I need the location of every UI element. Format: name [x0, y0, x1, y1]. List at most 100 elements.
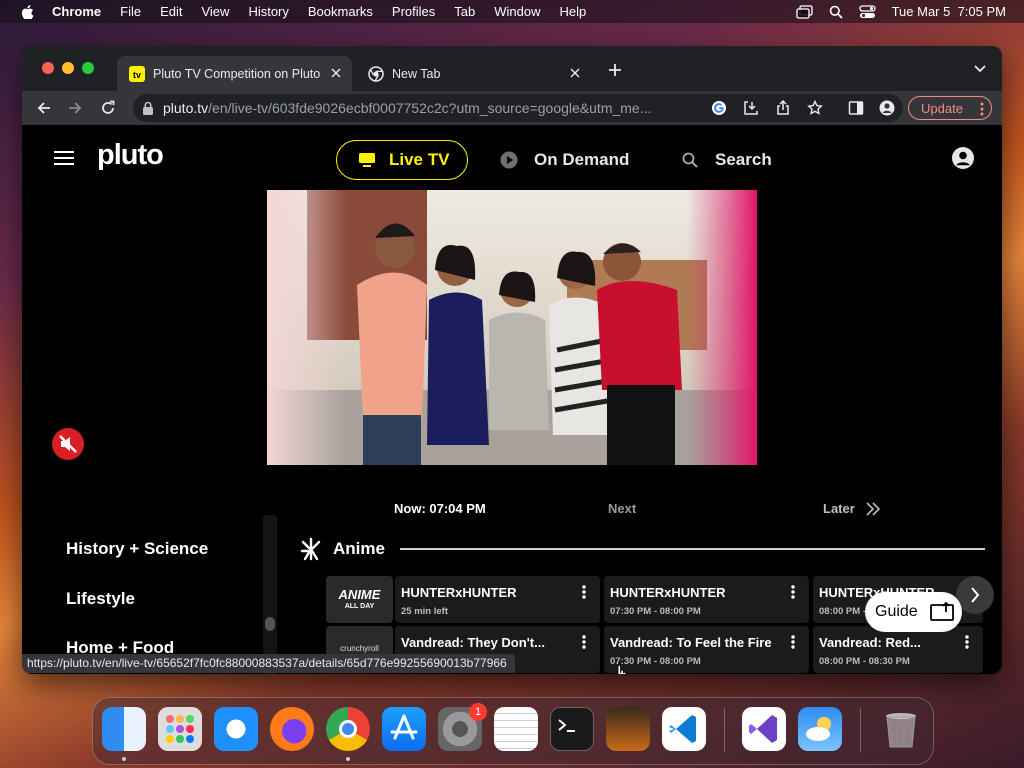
finder-icon[interactable]: [102, 707, 146, 751]
live-tv-label: Live TV: [389, 150, 450, 169]
bookmark-star-icon[interactable]: [807, 100, 823, 116]
guide-label: Guide: [875, 603, 918, 620]
vscode-icon[interactable]: [662, 707, 706, 751]
row-title: Anime: [333, 539, 385, 558]
svg-text:tv: tv: [133, 70, 141, 80]
guide-button[interactable]: Guide: [865, 592, 962, 632]
address-bar[interactable]: pluto.tv/en/live-tv/603fde9026ecbf000775…: [133, 94, 903, 122]
back-arrow-icon[interactable]: [36, 100, 52, 116]
more-options-icon[interactable]: [582, 635, 586, 649]
screen-mirroring-icon[interactable]: [795, 4, 813, 19]
weather-icon[interactable]: [798, 707, 842, 751]
category-lifestyle[interactable]: Lifestyle: [66, 589, 135, 609]
notification-badge: 1: [469, 703, 487, 721]
timebar-later[interactable]: Later: [823, 501, 881, 516]
more-options-icon[interactable]: [965, 635, 969, 649]
pluto-tv-favicon: tv: [129, 65, 145, 82]
account-icon[interactable]: [952, 147, 974, 169]
more-options-icon[interactable]: [791, 585, 795, 599]
tab-new-tab[interactable]: New Tab: [356, 56, 591, 91]
lock-icon[interactable]: [142, 101, 154, 115]
launchpad-grid-icon: [166, 715, 194, 743]
tv-icon: [359, 153, 375, 167]
update-button[interactable]: Update: [908, 96, 992, 120]
safari-icon[interactable]: [214, 707, 258, 751]
visual-studio-icon[interactable]: [742, 707, 786, 751]
channel-logo-anime-all-day[interactable]: ANIME ALL DAY: [326, 576, 393, 623]
firefox-icon[interactable]: [270, 707, 314, 751]
menu-bookmarks[interactable]: Bookmarks: [308, 4, 373, 19]
reload-icon[interactable]: [100, 100, 116, 116]
menu-edit[interactable]: Edit: [160, 4, 182, 19]
share-icon[interactable]: [775, 100, 791, 116]
pluto-logo[interactable]: pluto: [97, 139, 164, 172]
textedit-icon[interactable]: [494, 707, 538, 751]
program-tile[interactable]: HUNTERxHUNTER 25 min left: [395, 576, 600, 623]
more-options-icon[interactable]: [582, 585, 586, 599]
search-button[interactable]: Search: [682, 150, 772, 170]
menu-app-name[interactable]: Chrome: [52, 4, 101, 19]
spotlight-search-icon[interactable]: [829, 5, 843, 19]
menubar-status-area: Tue Mar 5 7:05 PM: [795, 0, 1006, 23]
menu-history[interactable]: History: [248, 4, 288, 19]
category-history-science[interactable]: History + Science: [66, 539, 208, 559]
category-scrollbar[interactable]: [263, 515, 277, 674]
window-minimize-button[interactable]: [62, 62, 74, 74]
menu-profiles[interactable]: Profiles: [392, 4, 435, 19]
video-player[interactable]: [267, 190, 757, 465]
chrome-icon[interactable]: [326, 707, 370, 751]
program-title: HUNTERxHUNTER: [610, 585, 726, 600]
google-lens-icon[interactable]: [711, 100, 727, 116]
window-zoom-button[interactable]: [82, 62, 94, 74]
program-tile[interactable]: Vandread: Red... 08:00 PM - 08:30 PM: [813, 626, 983, 673]
profile-avatar-icon[interactable]: [879, 100, 895, 116]
live-tv-button[interactable]: Live TV: [336, 140, 468, 180]
channel-logo-text: ANIME: [338, 587, 381, 602]
timebar-next: Next: [608, 501, 637, 516]
menu-help[interactable]: Help: [560, 4, 587, 19]
mute-button[interactable]: [52, 428, 84, 460]
side-panel-icon[interactable]: [848, 100, 864, 116]
program-time: 07:30 PM - 08:00 PM: [610, 606, 701, 617]
apple-icon[interactable]: [20, 4, 34, 19]
search-icon: [682, 152, 698, 168]
scrollbar-thumb[interactable]: [265, 617, 275, 631]
on-demand-button[interactable]: On Demand: [500, 150, 629, 170]
anime-category-icon: [300, 537, 321, 561]
control-center-icon[interactable]: [858, 4, 876, 19]
window-close-button[interactable]: [42, 62, 54, 74]
tab-close-icon[interactable]: [328, 65, 344, 81]
tab-title: New Tab: [392, 66, 441, 81]
tab-pluto-tv[interactable]: tv Pluto TV Competition on Pluto: [117, 56, 352, 91]
tab-strip: tv Pluto TV Competition on Pluto New Tab: [22, 46, 1002, 91]
url-text[interactable]: pluto.tv/en/live-tv/603fde9026ecbf000775…: [163, 100, 703, 116]
terminal-icon[interactable]: [550, 707, 594, 751]
menu-window[interactable]: Window: [494, 4, 540, 19]
tab-search-chevron-icon[interactable]: [974, 64, 986, 74]
app-store-icon[interactable]: [382, 707, 426, 751]
chrome-menu-icon[interactable]: [980, 102, 984, 116]
menu-view[interactable]: View: [201, 4, 229, 19]
cloud-sun-icon: [806, 717, 831, 741]
program-tile[interactable]: HUNTERxHUNTER 07:30 PM - 08:00 PM: [604, 576, 809, 623]
forward-arrow-icon[interactable]: [67, 100, 83, 116]
hamburger-menu-icon[interactable]: [54, 151, 74, 165]
new-tab-icon[interactable]: [607, 62, 623, 78]
timebar-now: Now: 07:04 PM: [394, 501, 486, 516]
trash-icon[interactable]: [879, 707, 923, 751]
launchpad-icon[interactable]: [158, 707, 202, 751]
menu-file[interactable]: File: [120, 4, 141, 19]
row-header-anime: Anime: [299, 537, 385, 561]
app-store-a-icon: [390, 714, 418, 740]
garageband-icon[interactable]: [606, 707, 650, 751]
menu-bar: Chrome File Edit View History Bookmarks …: [0, 0, 1024, 23]
tab-close-icon[interactable]: [567, 65, 583, 81]
pluto-page: pluto Live TV On Demand Search Now: 07:0…: [22, 125, 1002, 674]
menubar-clock[interactable]: Tue Mar 5 7:05 PM: [892, 4, 1006, 19]
program-tile[interactable]: Vandread: To Feel the Fire 07:30 PM - 08…: [604, 626, 809, 673]
menu-tab[interactable]: Tab: [454, 4, 475, 19]
install-app-icon[interactable]: [743, 100, 759, 116]
chrome-center: [339, 720, 357, 738]
dock-separator: [860, 708, 861, 752]
more-options-icon[interactable]: [791, 635, 795, 649]
